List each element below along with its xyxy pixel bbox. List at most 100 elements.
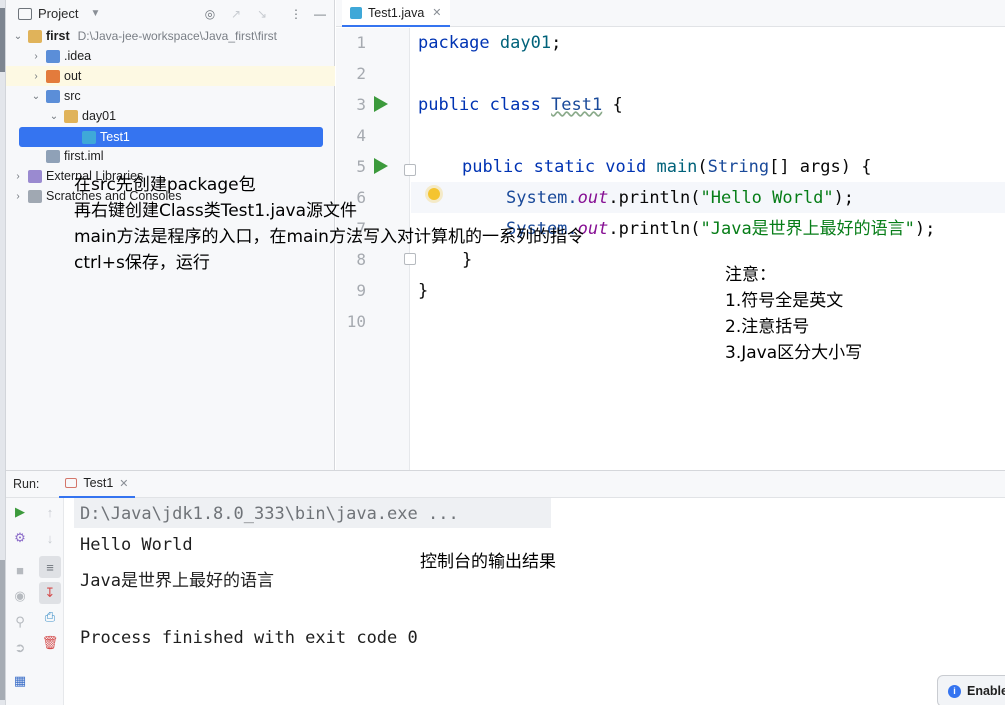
folder-icon (46, 49, 60, 63)
hide-panel-icon[interactable]: — (312, 6, 328, 22)
chevron-down-icon[interactable]: ▼ (90, 8, 100, 19)
tree-item-label: first (46, 29, 70, 43)
console-command-line[interactable]: D:\Java\jdk1.8.0_333\bin\java.exe ... (80, 504, 459, 524)
tree-item-label: Test1 (100, 130, 130, 144)
line-number: 9 (356, 281, 366, 300)
annotation-note-3: 3.Java区分大小写 (725, 343, 863, 363)
settings-gear-icon[interactable]: ⚙ (11, 529, 29, 547)
run-panel-title: Run: (13, 477, 40, 491)
run-panel-header: Run: Test1 ✕ (6, 470, 1005, 498)
tree-item-first-iml[interactable]: first.iml (6, 146, 335, 166)
tab-label: Test1.java (368, 5, 425, 20)
collapse-all-icon[interactable]: ↘ (254, 6, 270, 22)
close-icon[interactable]: ✕ (432, 6, 441, 19)
package-icon (64, 109, 78, 123)
annotation-note-title: 注意： (725, 265, 776, 285)
annotation-step-4: ctrl+s保存，运行 (74, 253, 210, 273)
chevron-down-icon[interactable]: ⌄ (12, 31, 24, 42)
module-folder-icon (28, 29, 42, 43)
chevron-down-icon[interactable]: ⌄ (48, 111, 60, 122)
line-number: 8 (356, 250, 366, 269)
tab-run-test1[interactable]: Test1 ✕ (59, 471, 135, 498)
scratches-icon (28, 189, 42, 203)
tree-item-label: src (64, 89, 81, 103)
console-line: Java是世界上最好的语言 (80, 571, 274, 591)
chevron-right-icon[interactable]: › (30, 71, 42, 82)
folder-icon (46, 69, 60, 83)
code-line-5: public static void main(String[] args) { (462, 157, 872, 177)
editor-tab-bar: Test1.java ✕ (336, 0, 1005, 27)
project-view-title[interactable]: Project (38, 6, 78, 21)
run-main-icon[interactable] (374, 158, 388, 174)
console-output[interactable]: D:\Java\jdk1.8.0_333\bin\java.exe ... He… (64, 498, 1005, 705)
soft-wrap-icon[interactable]: ≡ (39, 556, 61, 578)
tree-item-first[interactable]: ⌄ first D:\Java-jee-workspace\Java_first… (6, 26, 335, 46)
rerun-icon[interactable]: ▶ (11, 503, 29, 521)
tree-item-label: .idea (64, 49, 92, 63)
chevron-right-icon[interactable]: › (12, 191, 24, 202)
tree-item-idea[interactable]: › .idea (6, 46, 335, 66)
source-folder-icon (46, 89, 60, 103)
pin-icon[interactable]: ⚲ (11, 613, 29, 631)
tree-item-test1[interactable]: Test1 (6, 127, 335, 147)
code-line-6: System.out.println("Hello World"); (506, 188, 855, 208)
tree-item-out[interactable]: › out (6, 66, 335, 86)
code-line-3: public class Test1 { (418, 95, 623, 115)
chevron-right-icon[interactable]: › (30, 51, 42, 62)
run-tab-label: Test1 (83, 476, 114, 490)
project-folder-icon (18, 7, 32, 20)
line-number: 3 (356, 95, 366, 114)
tree-item-label: out (64, 69, 82, 83)
project-header: Project ▼ (6, 0, 335, 27)
annotation-step-2: 再右键创建Class类Test1.java源文件 (74, 201, 358, 221)
tab-test1-java[interactable]: Test1.java ✕ (342, 0, 450, 27)
iml-file-icon (46, 149, 60, 163)
annotation-step-3: main方法是程序的入口，在main方法写入对计算机的一系列的指令 (74, 227, 584, 247)
chevron-right-icon[interactable]: › (12, 171, 24, 182)
line-number: 1 (356, 33, 366, 52)
console-exit-line: Process finished with exit code 0 (80, 628, 418, 648)
layout-icon[interactable]: ▦ (11, 672, 29, 690)
java-file-icon (350, 6, 362, 19)
run-class-icon[interactable] (374, 96, 388, 112)
expand-all-icon[interactable]: ↗ (228, 6, 244, 22)
line-number: 4 (356, 126, 366, 145)
fold-marker-icon[interactable] (404, 164, 416, 176)
library-icon (28, 169, 42, 183)
line-number: 5 (356, 157, 366, 176)
more-options-icon[interactable]: ⋮ (288, 6, 304, 22)
code-line-9: } (418, 281, 429, 301)
line-number: 2 (356, 64, 366, 83)
exit-icon[interactable]: ➲ (11, 639, 29, 657)
fold-marker-icon[interactable] (404, 253, 416, 265)
down-arrow-icon[interactable]: ↓ (41, 529, 59, 547)
annotation-note-1: 1.符号全是英文 (725, 291, 844, 311)
notification-toast[interactable]: i Enable (937, 675, 1005, 705)
chevron-down-icon[interactable]: ⌄ (30, 91, 42, 102)
camera-icon[interactable]: ◉ (11, 587, 29, 605)
info-icon: i (948, 684, 961, 698)
console-line: Hello World (80, 535, 193, 555)
project-path: D:\Java-jee-workspace\Java_first\first (77, 29, 278, 43)
java-class-icon (82, 130, 96, 144)
print-icon[interactable]: ⎙ (41, 608, 59, 626)
annotation-note-2: 2.注意括号 (725, 317, 810, 337)
locate-target-icon[interactable]: ◎ (202, 6, 218, 22)
run-config-icon (65, 478, 78, 488)
code-line-1: package day01; (418, 33, 562, 53)
tree-item-label: day01 (82, 109, 117, 123)
scroll-to-end-icon[interactable]: ↧ (39, 582, 61, 604)
up-arrow-icon[interactable]: ↑ (41, 503, 59, 521)
stop-icon[interactable]: ■ (11, 561, 29, 579)
line-number: 10 (346, 312, 366, 331)
tree-item-label: first.iml (64, 149, 104, 163)
trash-icon[interactable]: 🗑 (41, 634, 59, 652)
run-toolbar: ▶ ↑ ⚙ ↓ ■ ≡ ◉ ↧ ⚲ ⎙ ➲ 🗑 ▦ (6, 498, 64, 705)
tree-item-src[interactable]: ⌄ src (6, 86, 335, 106)
annotation-step-1: 在src先创建package包 (74, 175, 256, 195)
close-icon[interactable]: ✕ (119, 477, 128, 490)
toast-label[interactable]: Enable (967, 684, 1005, 698)
structure-strip-tab[interactable] (0, 560, 5, 700)
project-strip-tab[interactable] (0, 8, 5, 72)
tree-item-day01[interactable]: ⌄ day01 (6, 106, 335, 126)
